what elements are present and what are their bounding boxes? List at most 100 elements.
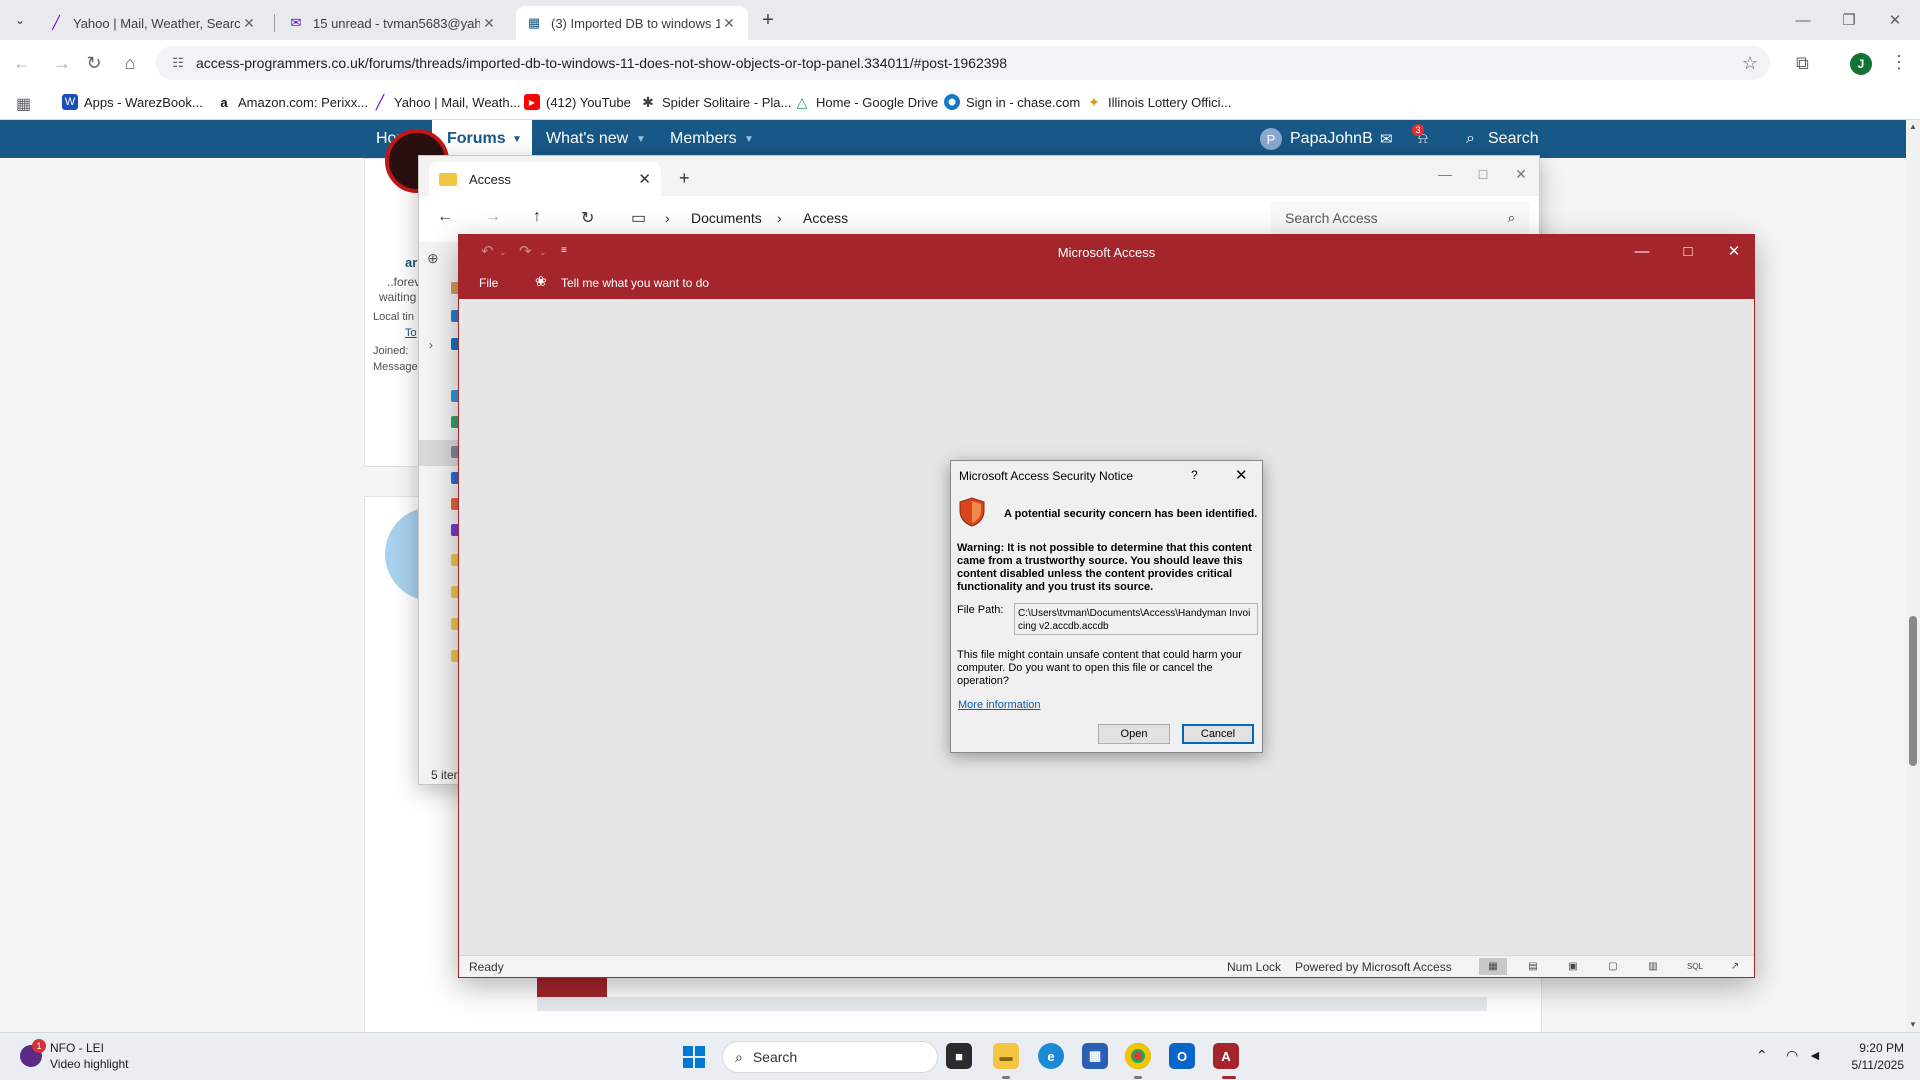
close-icon[interactable]: ✕	[1235, 466, 1248, 484]
reload-icon[interactable]: ↻	[80, 49, 108, 77]
maximize-icon[interactable]: □	[1463, 162, 1503, 186]
taskbar-search-box[interactable]: ⌕ Search	[722, 1041, 938, 1073]
close-icon[interactable]: ✕	[240, 14, 258, 32]
back-arrow-icon[interactable]: ←	[437, 208, 453, 226]
add-circle-icon[interactable]: ⊕	[427, 250, 439, 267]
more-information-link[interactable]: More information	[958, 699, 1041, 711]
file-tab[interactable]: File	[479, 276, 498, 290]
nav-members[interactable]: Members	[670, 130, 737, 148]
bookmark-amazon[interactable]: a Amazon.com: Perixx...	[216, 94, 368, 110]
breadcrumb-documents[interactable]: Documents	[691, 210, 762, 226]
chevron-down-icon[interactable]: ▼	[744, 134, 754, 145]
site-info-icon[interactable]: ☷	[164, 55, 192, 71]
start-windows-icon[interactable]	[683, 1046, 705, 1068]
apps-grid-icon[interactable]: ▦	[16, 94, 31, 114]
tab-yahoo[interactable]: ╱ Yahoo | Mail, Weather, Search, P ✕	[38, 6, 268, 40]
sql-view-button[interactable]: SQL	[1681, 958, 1709, 975]
design-view-icon[interactable]: ▥	[1639, 958, 1667, 975]
chevron-up-icon[interactable]: ⌃	[1756, 1047, 1768, 1064]
inbox-icon[interactable]: ✉	[1380, 130, 1393, 148]
nav-whats-new[interactable]: What's new	[546, 130, 628, 148]
explorer-tab-access[interactable]: Access ✕	[429, 162, 661, 196]
user-avatar[interactable]: P	[1260, 128, 1282, 150]
minimize-icon[interactable]: —	[1619, 235, 1665, 267]
edge-icon[interactable]: e	[1038, 1043, 1064, 1069]
forward-arrow-icon[interactable]: →	[485, 208, 501, 226]
bookmark-youtube[interactable]: ▶ (412) YouTube	[524, 94, 631, 110]
cancel-button[interactable]: Cancel	[1182, 724, 1254, 744]
wifi-icon[interactable]: ◠	[1786, 1047, 1798, 1064]
clock-time[interactable]: 9:20 PM	[1846, 1041, 1904, 1055]
close-icon[interactable]: ✕	[480, 14, 498, 32]
pivot-table-icon[interactable]: ▤	[1519, 958, 1547, 975]
address-bar[interactable]: ☷ access-programmers.co.uk/forums/thread…	[156, 46, 1770, 80]
running-indicator	[1134, 1076, 1142, 1079]
forward-arrow-icon[interactable]: →	[48, 49, 76, 77]
close-window-icon[interactable]: ✕	[1872, 0, 1918, 40]
layout-view-icon[interactable]: ▢	[1599, 958, 1627, 975]
tab-search-chevron-icon[interactable]: ⌄	[6, 8, 34, 32]
bookmark-star-icon[interactable]: ☆	[1742, 53, 1758, 74]
page-scrollbar[interactable]: ▲ ▼	[1906, 120, 1920, 1032]
widget-subtitle[interactable]: Video highlight	[50, 1057, 129, 1071]
tab-forum-active[interactable]: ▦ (3) Imported DB to windows 11 ✕	[516, 6, 748, 40]
open-button[interactable]: Open	[1098, 724, 1170, 744]
access-icon[interactable]: A	[1213, 1043, 1239, 1069]
tab-mail[interactable]: ✉ 15 unread - tvman5683@yahoo ✕	[278, 6, 508, 40]
clock-date[interactable]: 5/11/2025	[1836, 1058, 1905, 1072]
bookmark-warezbook[interactable]: W Apps - WarezBook...	[62, 94, 203, 110]
expand-chevron-icon[interactable]: ›	[429, 338, 433, 352]
this-pc-icon[interactable]: ▭	[631, 208, 646, 228]
chrome-icon[interactable]	[1125, 1043, 1151, 1069]
bookmark-spider-solitaire[interactable]: ✱ Spider Solitaire - Pla...	[640, 94, 791, 110]
file-path-field[interactable]: C:\Users\tvman\Documents\Access\Handyman…	[1014, 603, 1258, 635]
poster-name[interactable]: ar	[405, 255, 417, 270]
minimize-icon[interactable]: —	[1780, 0, 1826, 40]
dialog-body-text: This file might contain unsafe content t…	[957, 649, 1242, 687]
scroll-down-icon[interactable]: ▼	[1909, 1020, 1917, 1029]
chevron-down-icon[interactable]: ▼	[636, 134, 646, 145]
chevron-down-icon[interactable]: ▼	[512, 134, 522, 145]
store-icon[interactable]: ▦	[1082, 1043, 1108, 1069]
tell-me-search[interactable]: Tell me what you want to do	[561, 276, 709, 290]
new-tab-button[interactable]: +	[754, 8, 782, 32]
breadcrumb-access[interactable]: Access	[803, 210, 848, 226]
forum-navbar: Home Forums ▼ What's new ▼ Members ▼ P P…	[0, 120, 1906, 158]
back-arrow-icon[interactable]: ←	[8, 49, 36, 77]
home-icon[interactable]: ⌂	[116, 49, 144, 77]
close-window-icon[interactable]: ✕	[1711, 235, 1757, 267]
pivot-chart-icon[interactable]: ↗	[1721, 958, 1749, 975]
help-button[interactable]: ?	[1191, 468, 1198, 482]
datasheet-view-icon[interactable]: ▦	[1479, 958, 1507, 975]
maximize-icon[interactable]: □	[1665, 235, 1711, 267]
profile-avatar[interactable]: J	[1850, 53, 1872, 75]
scroll-up-icon[interactable]: ▲	[1909, 122, 1917, 131]
restore-icon[interactable]: ❐	[1826, 0, 1872, 40]
close-icon[interactable]: ✕	[638, 170, 651, 188]
bookmark-chase[interactable]: ⬢ Sign in - chase.com	[944, 94, 1080, 110]
close-icon[interactable]: ✕	[720, 14, 738, 32]
search-icon[interactable]: ⌕	[1466, 130, 1475, 148]
minimize-icon[interactable]: —	[1425, 162, 1465, 186]
bookmark-yahoo[interactable]: ╱ Yahoo | Mail, Weath...	[372, 94, 521, 110]
user-name[interactable]: PapaJohnB	[1290, 130, 1373, 148]
scrollbar-thumb[interactable]	[1909, 616, 1917, 766]
menu-kebab-icon[interactable]: ⋮	[1890, 52, 1908, 73]
task-view-icon[interactable]: ■	[946, 1043, 972, 1069]
poster-link[interactable]: To	[405, 327, 417, 339]
refresh-icon[interactable]: ↻	[581, 208, 594, 228]
up-arrow-icon[interactable]: ↑	[533, 208, 541, 226]
forum-search-link[interactable]: Search	[1488, 130, 1539, 148]
explorer-search-box[interactable]: Search Access ⌕	[1271, 202, 1529, 234]
bookmark-illinois-lottery[interactable]: ✦ Illinois Lottery Offici...	[1086, 94, 1231, 110]
close-window-icon[interactable]: ✕	[1501, 162, 1541, 186]
new-tab-plus-icon[interactable]: +	[679, 168, 690, 189]
extensions-icon[interactable]: ⧉	[1796, 53, 1809, 74]
volume-icon[interactable]: ◄	[1808, 1047, 1822, 1063]
outlook-icon[interactable]: O	[1169, 1043, 1195, 1069]
widget-title[interactable]: NFO - LEI	[50, 1041, 104, 1055]
file-explorer-icon[interactable]: ▬	[993, 1043, 1019, 1069]
bookmark-google-drive[interactable]: △ Home - Google Drive	[794, 94, 939, 110]
form-view-icon[interactable]: ▣	[1559, 958, 1587, 975]
bookmark-label: (412) YouTube	[546, 94, 631, 110]
